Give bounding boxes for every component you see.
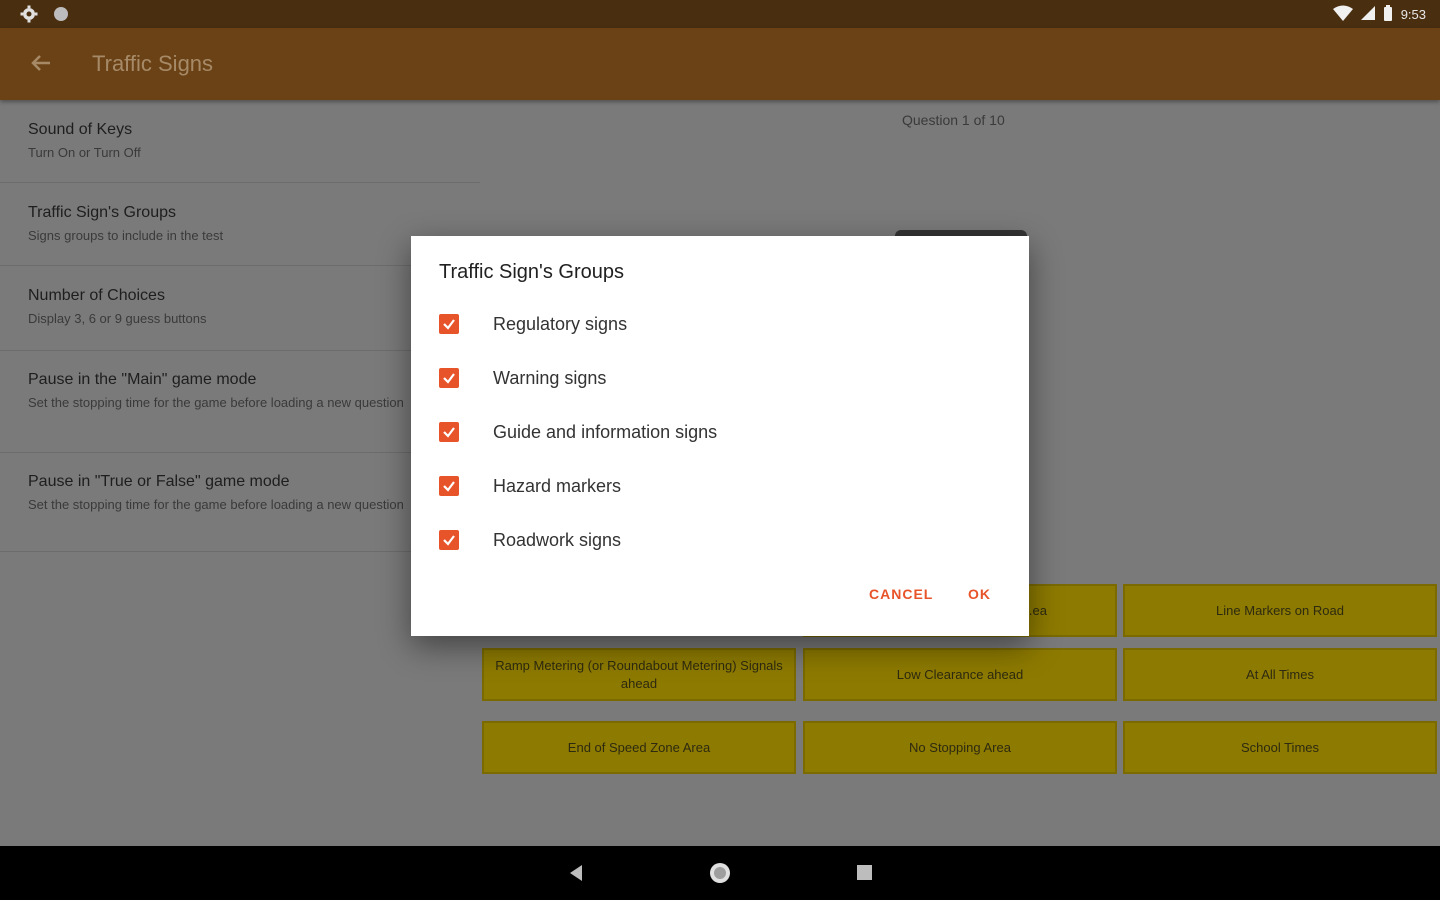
setting-title: Pause in "True or False" game mode bbox=[28, 473, 290, 490]
app-bar: Traffic Signs bbox=[0, 28, 1440, 100]
signal-icon bbox=[1360, 6, 1375, 23]
app-title: Traffic Signs bbox=[92, 51, 214, 76]
setting-subtitle: Signs groups to include in the test bbox=[28, 228, 224, 243]
option-regulatory-signs[interactable]: Regulatory signs bbox=[439, 304, 627, 344]
home-circle-icon[interactable] bbox=[709, 862, 731, 889]
option-guide-information-signs[interactable]: Guide and information signs bbox=[439, 412, 717, 452]
status-bar: 9:53 bbox=[0, 0, 1440, 28]
answer-button[interactable]: School Times bbox=[1123, 721, 1437, 774]
option-label: Warning signs bbox=[493, 367, 607, 388]
answer-button[interactable]: Ramp Metering (or Roundabout Metering) S… bbox=[482, 648, 796, 701]
setting-sound-of-keys[interactable]: Sound of Keys Turn On or Turn Off bbox=[0, 100, 480, 183]
setting-title: Number of Choices bbox=[28, 287, 165, 304]
setting-subtitle: Display 3, 6 or 9 guess buttons bbox=[28, 311, 207, 326]
checkbox-checked-icon[interactable] bbox=[439, 476, 459, 496]
back-triangle-icon[interactable] bbox=[568, 864, 584, 887]
checkbox-checked-icon[interactable] bbox=[439, 422, 459, 442]
setting-pause-main-mode[interactable]: Pause in the "Main" game mode Set the st… bbox=[0, 351, 480, 453]
back-arrow-icon[interactable] bbox=[26, 48, 56, 78]
option-label: Hazard markers bbox=[493, 475, 622, 496]
notification-circle-icon bbox=[52, 5, 70, 28]
wifi-icon bbox=[1332, 5, 1353, 24]
recents-square-icon[interactable] bbox=[856, 864, 873, 886]
setting-pause-true-false-mode[interactable]: Pause in "True or False" game mode Set t… bbox=[0, 453, 480, 552]
option-label: Regulatory signs bbox=[493, 313, 628, 334]
setting-title: Traffic Sign's Groups bbox=[28, 204, 176, 221]
answer-button[interactable]: No Stopping Area bbox=[803, 721, 1117, 774]
question-counter: Question 1 of 10 bbox=[902, 112, 1005, 128]
option-hazard-markers[interactable]: Hazard markers bbox=[439, 466, 621, 506]
dialog-title: Traffic Sign's Groups bbox=[439, 261, 624, 283]
settings-list: Sound of Keys Turn On or Turn Off Traffi… bbox=[0, 100, 480, 552]
option-label: Roadwork signs bbox=[493, 529, 622, 550]
answer-button[interactable]: At All Times bbox=[1123, 648, 1437, 701]
setting-subtitle: Turn On or Turn Off bbox=[28, 145, 141, 160]
setting-traffic-sign-groups[interactable]: Traffic Sign's Groups Signs groups to in… bbox=[0, 183, 480, 266]
option-warning-signs[interactable]: Warning signs bbox=[439, 358, 606, 398]
checkbox-checked-icon[interactable] bbox=[439, 314, 459, 334]
option-label: Guide and information signs bbox=[493, 421, 718, 442]
checkbox-checked-icon[interactable] bbox=[439, 368, 459, 388]
setting-number-of-choices[interactable]: Number of Choices Display 3, 6 or 9 gues… bbox=[0, 266, 480, 351]
battery-icon bbox=[1383, 5, 1393, 24]
setting-title: Pause in the "Main" game mode bbox=[28, 371, 257, 388]
ok-button[interactable]: OK bbox=[968, 586, 991, 602]
setting-subtitle: Set the stopping time for the game befor… bbox=[28, 395, 404, 410]
system-nav-bar bbox=[0, 846, 1440, 900]
option-roadwork-signs[interactable]: Roadwork signs bbox=[439, 520, 621, 560]
answer-button[interactable]: Line Markers on Road bbox=[1123, 584, 1437, 637]
checkbox-checked-icon[interactable] bbox=[439, 530, 459, 550]
settings-gear-icon bbox=[20, 5, 38, 28]
cancel-button[interactable]: CANCEL bbox=[869, 586, 933, 602]
answer-button[interactable]: Low Clearance ahead bbox=[803, 648, 1117, 701]
traffic-sign-groups-dialog: Traffic Sign's Groups Regulatory signs W… bbox=[411, 236, 1029, 636]
answer-button[interactable]: End of Speed Zone Area bbox=[482, 721, 796, 774]
setting-title: Sound of Keys bbox=[28, 121, 133, 138]
status-time: 9:53 bbox=[1400, 7, 1426, 22]
setting-subtitle: Set the stopping time for the game befor… bbox=[28, 497, 404, 512]
